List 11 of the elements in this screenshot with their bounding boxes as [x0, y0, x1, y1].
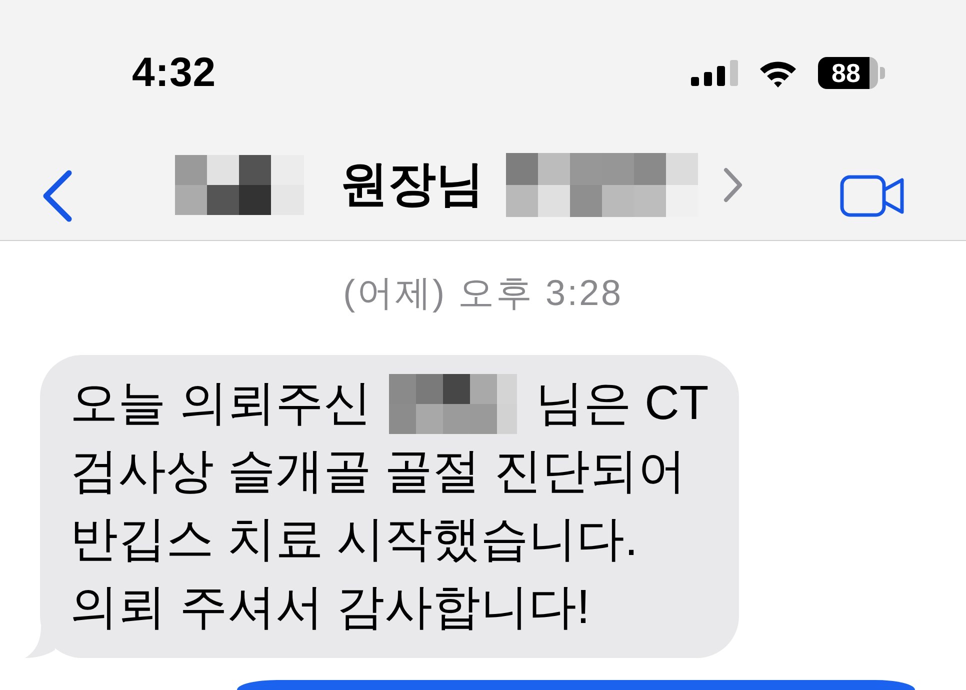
- message-text: 반깁스 치료 시작했습니다.: [70, 512, 638, 568]
- chevron-right-icon[interactable]: [723, 166, 743, 202]
- message-text: 님은 CT: [535, 376, 709, 432]
- message-text: 의뢰 주셔서 감사합니다!: [70, 580, 590, 636]
- message-timestamp: (어제) 오후 3:28: [343, 272, 623, 313]
- signal-icon: [691, 60, 738, 86]
- status-time: 4:32: [132, 52, 216, 93]
- message-text: 검사상 슬개골 골절 진단되어: [70, 444, 686, 500]
- video-call-icon[interactable]: [840, 174, 906, 216]
- contact-name[interactable]: 원장님: [340, 156, 484, 214]
- message-text: 오늘 의뢰주신: [70, 376, 372, 432]
